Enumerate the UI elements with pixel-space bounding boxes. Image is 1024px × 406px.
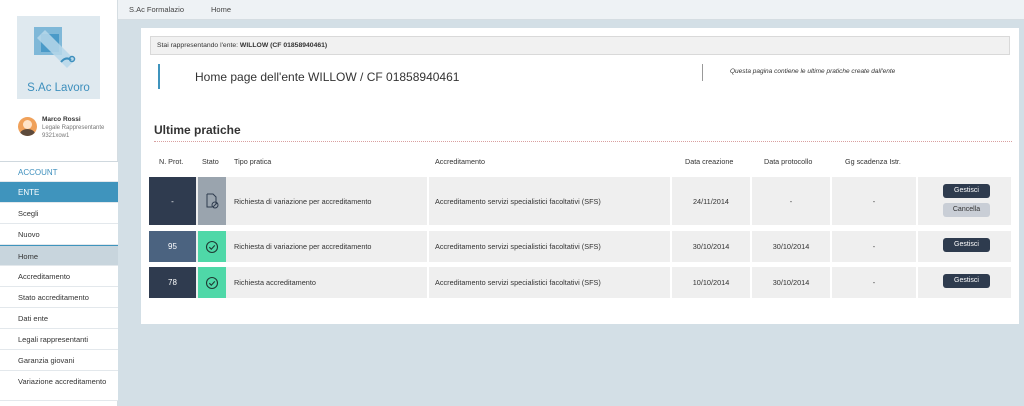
top-bar: S.Ac Formalazio Home [118, 0, 1024, 20]
section-divider [154, 141, 1012, 142]
sidebar-item-legali-rappresentanti[interactable]: Legali rappresentanti [0, 329, 118, 350]
sidebar-item-scegli[interactable]: Scegli [0, 203, 118, 224]
prot-number: - [149, 177, 196, 225]
gestisci-button[interactable]: Gestisci [943, 184, 990, 198]
gg-scadenza: - [872, 196, 876, 206]
accreditamento: Accreditamento servizi specialistici fac… [435, 242, 601, 251]
data-creazione: 10/10/2014 [692, 278, 730, 287]
table-row: 95 Richiesta di variazione per accredita… [149, 231, 1011, 262]
sidebar-item-stato-accreditamento[interactable]: Stato accreditamento [0, 287, 118, 308]
prot-number: 78 [149, 267, 196, 298]
th-prot: N. Prot. [159, 157, 184, 166]
status-cell [198, 231, 226, 262]
page-note: Questa pagina contiene le ultime pratich… [730, 68, 896, 75]
status-cell [198, 267, 226, 298]
data-protocollo: - [789, 196, 793, 206]
gestisci-button[interactable]: Gestisci [943, 274, 990, 288]
th-stato: Stato [202, 157, 219, 166]
check-circle-icon [205, 240, 219, 253]
gg-scadenza: - [872, 242, 876, 251]
gestisci-button[interactable]: Gestisci [943, 238, 990, 252]
prot-number: 95 [149, 231, 196, 262]
gg-scadenza: - [872, 278, 876, 287]
accreditamento: Accreditamento servizi specialistici fac… [435, 278, 601, 287]
pending-document-icon [206, 193, 219, 209]
th-data-creazione: Data creazione [685, 157, 734, 166]
cancella-button[interactable]: Cancella [943, 203, 990, 217]
ente-bar-name: WILLOW (CF 01858940461) [239, 42, 328, 49]
sidebar-item-garanzia-giovani[interactable]: Garanzia giovani [0, 350, 118, 371]
user-code: 9321xow1 [42, 133, 70, 139]
page-title: Home page dell'ente WILLOW / CF 01858940… [195, 70, 460, 84]
sidebar-item-accreditamento[interactable]: Accreditamento [0, 266, 118, 287]
sidebar-nav: ACCOUNT ENTE Scegli Nuovo Home Accredita… [0, 161, 118, 401]
header-divider [702, 64, 703, 81]
main-panel: Stai rappresentando l'ente: WILLOW (CF 0… [141, 28, 1019, 324]
th-gg-scadenza: Gg scadenza Istr. [845, 157, 901, 166]
check-circle-icon [205, 276, 219, 289]
sidebar-item-variazione-accreditamento[interactable]: Variazione accreditamento [0, 371, 118, 401]
th-data-protocollo: Data protocollo [764, 157, 813, 166]
accreditamento: Accreditamento servizi specialistici fac… [435, 196, 601, 206]
sidebar-item-home[interactable]: Home [0, 245, 118, 266]
data-creazione: 30/10/2014 [692, 242, 730, 251]
sidebar-item-dati-ente[interactable]: Dati ente [0, 308, 118, 329]
logo-text: S.Ac Lavoro [27, 82, 90, 94]
th-accreditamento: Accreditamento [435, 157, 485, 166]
ente-bar: Stai rappresentando l'ente: WILLOW (CF 0… [150, 36, 1010, 55]
ente-bar-prefix: Stai rappresentando l'ente: [157, 42, 240, 49]
user-name: Marco Rossi [42, 116, 81, 123]
header-accent [158, 64, 160, 89]
status-cell [198, 177, 226, 225]
tipo-pratica: Richiesta di variazione per accreditamen… [234, 242, 372, 251]
sidebar: S.Ac Lavoro Marco Rossi Legale Rappresen… [0, 0, 118, 406]
th-tipo: Tipo pratica [234, 157, 272, 166]
table-row: 78 Richiesta accreditamento Accreditamen… [149, 267, 1011, 298]
tipo-pratica: Richiesta accreditamento [234, 278, 316, 287]
sidebar-item-ente[interactable]: ENTE [0, 182, 118, 203]
avatar [18, 117, 37, 136]
table-row: - Richiesta di variazione per accreditam… [149, 177, 1011, 225]
sidebar-item-account[interactable]: ACCOUNT [0, 161, 118, 182]
app-logo[interactable]: S.Ac Lavoro [17, 16, 100, 99]
sidebar-item-nuovo[interactable]: Nuovo [0, 224, 118, 245]
user-role: Legale Rappresentante [42, 125, 105, 131]
section-title: Ultime pratiche [154, 123, 241, 137]
logo-mark-icon [34, 27, 76, 68]
user-box: Marco Rossi Legale Rappresentante 9321xo… [18, 116, 118, 146]
data-creazione: 24/11/2014 [693, 196, 729, 206]
data-protocollo: 30/10/2014 [772, 242, 810, 251]
topbar-link-home[interactable]: Home [211, 5, 231, 14]
data-protocollo: 30/10/2014 [772, 278, 810, 287]
tipo-pratica: Richiesta di variazione per accreditamen… [234, 196, 372, 206]
topbar-link-formalazio[interactable]: S.Ac Formalazio [129, 5, 184, 14]
